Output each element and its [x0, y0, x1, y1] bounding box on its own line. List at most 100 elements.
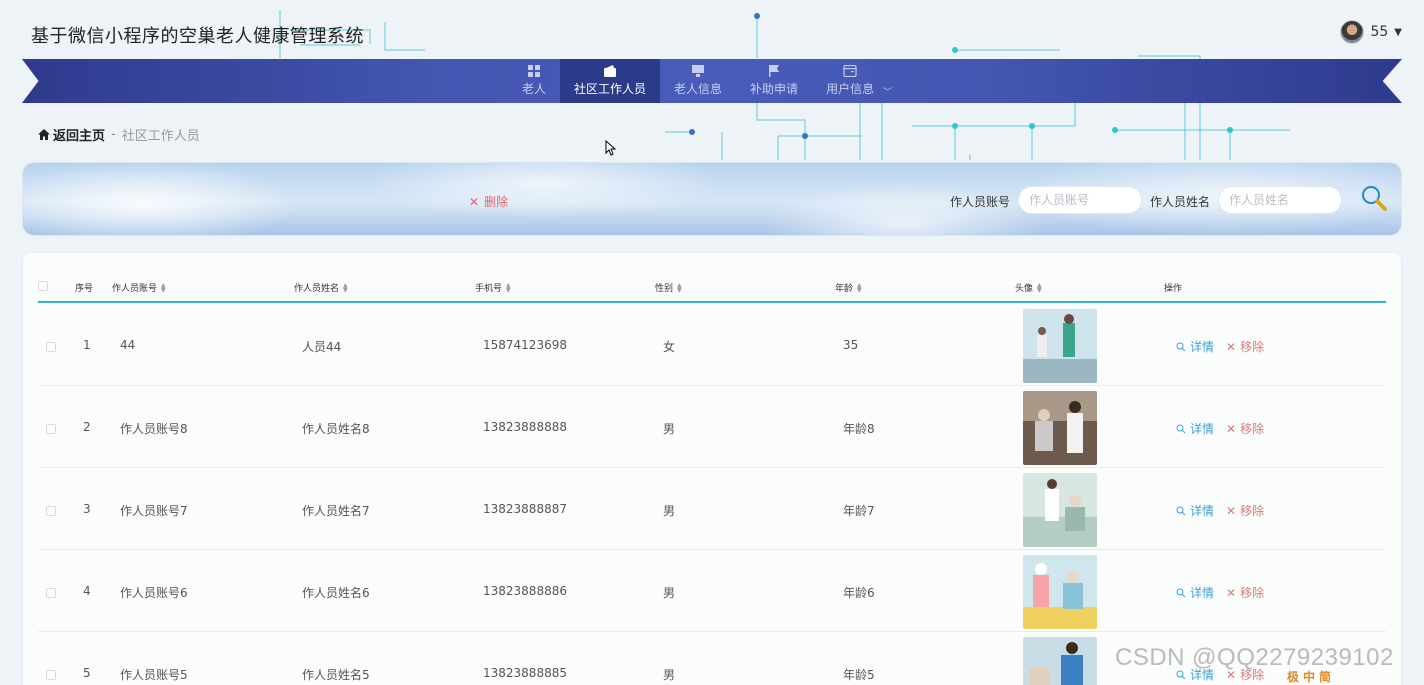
close-icon: ✕ — [1226, 503, 1237, 518]
user-name[interactable]: 55 — [1370, 24, 1388, 40]
remove-button[interactable]: ✕ 移除 — [1226, 420, 1264, 437]
remove-button[interactable]: ✕ 移除 — [1226, 338, 1264, 355]
cell-index: 4 — [83, 584, 91, 598]
cell-account: 作人员账号8 — [120, 422, 188, 436]
detail-button[interactable]: 详情 — [1176, 502, 1214, 519]
sort-icon: ▲ ▼ — [343, 281, 348, 294]
cell-index: 1 — [83, 338, 91, 352]
nav-item-label: 老人信息 — [674, 82, 723, 96]
ime-lang[interactable]: 中 — [1303, 668, 1315, 685]
watermark: CSDN @QQ2279239102 — [1115, 644, 1394, 671]
cell-phone: 15874123698 — [483, 338, 567, 352]
account-search-input[interactable] — [1018, 186, 1142, 214]
mouse-cursor-icon — [605, 140, 617, 156]
remove-button[interactable]: ✕ 移除 — [1226, 502, 1264, 519]
cell-gender: 女 — [663, 340, 676, 354]
sort-icon: ▲ ▼ — [677, 281, 682, 294]
app-title: 基于微信小程序的空巢老人健康管理系统 — [31, 26, 364, 47]
nav-item-elderly-info[interactable]: 老人信息 — [660, 59, 736, 103]
cell-index: 5 — [83, 666, 91, 680]
table-row: 3 作人员账号7 作人员姓名7 13823888887 男 年龄7 详情 ✕ 移除 — [38, 468, 1386, 550]
row-checkbox[interactable] — [46, 670, 56, 680]
search-icon — [1176, 342, 1186, 351]
table-row: 4 作人员账号6 作人员姓名6 13823888886 男 年龄6 详情 ✕ 移除 — [38, 550, 1386, 632]
th-name[interactable]: 作人员姓名 ▲ ▼ — [294, 281, 348, 294]
name-search-label: 作人员姓名 — [1150, 195, 1211, 209]
close-icon: ✕ — [1226, 585, 1237, 600]
cell-age: 年龄7 — [843, 504, 875, 518]
cell-name: 作人员姓名5 — [302, 668, 370, 682]
close-icon: ✕ — [469, 194, 480, 209]
ime-mode[interactable]: 极 — [1287, 668, 1299, 685]
th-phone[interactable]: 手机号 ▲ ▼ — [475, 281, 511, 294]
table-row: 2 作人员账号8 作人员姓名8 13823888888 男 年龄8 详情 ✕ 移除 — [38, 386, 1386, 468]
search-icon[interactable] — [1359, 183, 1389, 213]
user-menu[interactable]: 55 ▼ — [1340, 20, 1402, 44]
row-checkbox[interactable] — [46, 588, 56, 598]
th-age[interactable]: 年龄 ▲ ▼ — [835, 281, 862, 294]
cell-name: 作人员姓名6 — [302, 586, 370, 600]
cell-phone: 13823888888 — [483, 420, 567, 434]
sort-icon: ▲ ▼ — [857, 281, 862, 294]
cell-name: 人员44 — [302, 340, 342, 354]
row-checkbox[interactable] — [46, 424, 56, 434]
nav-item-label: 补助申请 — [750, 82, 799, 96]
staff-photo[interactable] — [1023, 637, 1097, 685]
staff-photo[interactable] — [1023, 309, 1097, 383]
avatar[interactable] — [1340, 20, 1365, 44]
header: 基于微信小程序的空巢老人健康管理系统 55 ▼ — [0, 0, 1424, 58]
grid-icon — [528, 65, 540, 77]
cell-account: 作人员账号5 — [120, 668, 188, 682]
close-icon: ✕ — [1226, 339, 1237, 354]
cell-age: 年龄5 — [843, 668, 875, 682]
nav-item-subsidy[interactable]: 补助申请 — [736, 59, 812, 103]
breadcrumb-separator: - — [111, 127, 116, 142]
cell-account: 作人员账号7 — [120, 504, 188, 518]
close-icon: ✕ — [1226, 421, 1237, 436]
nav-item-label: 用户信息 — [826, 82, 875, 96]
nav-item-label: 社区工作人员 — [574, 82, 647, 96]
cell-gender: 男 — [663, 586, 676, 600]
row-checkbox[interactable] — [46, 506, 56, 516]
staff-photo[interactable] — [1023, 391, 1097, 465]
th-gender[interactable]: 性别 ▲ ▼ — [655, 281, 682, 294]
search-icon — [1176, 506, 1186, 515]
remove-button[interactable]: ✕ 移除 — [1226, 584, 1264, 601]
name-search-input[interactable] — [1218, 186, 1342, 214]
breadcrumb-home-label[interactable]: 返回主页 — [53, 125, 105, 144]
cell-account: 44 — [120, 338, 136, 352]
sort-icon: ▲ ▼ — [161, 281, 166, 294]
cell-phone: 13823888886 — [483, 584, 567, 598]
th-account[interactable]: 作人员账号 ▲ ▼ — [112, 281, 166, 294]
nav-item-user-info[interactable]: 用户信息 ﹀ — [812, 59, 892, 103]
cell-age: 年龄8 — [843, 422, 875, 436]
row-checkbox[interactable] — [46, 342, 56, 352]
nav-item-elderly[interactable]: 老人 — [508, 59, 560, 103]
th-avatar[interactable]: 头像 ▲ ▼ — [1015, 281, 1042, 294]
ime-script[interactable]: 简 — [1319, 668, 1331, 685]
detail-button[interactable]: 详情 — [1176, 584, 1214, 601]
home-icon — [38, 129, 50, 140]
ime-toolbar: 极 中 简 — [1287, 668, 1331, 685]
detail-button[interactable]: 详情 — [1176, 338, 1214, 355]
delete-label: 删除 — [484, 195, 509, 209]
breadcrumb: 返回主页 - 社区工作人员 — [38, 125, 200, 144]
chevron-down-icon[interactable]: ▼ — [1394, 27, 1402, 38]
sort-icon: ▲ ▼ — [1037, 281, 1042, 294]
detail-button[interactable]: 详情 — [1176, 420, 1214, 437]
search-panel: ✕ 删除 作人员账号 作人员姓名 — [22, 162, 1402, 236]
cell-name: 作人员姓名8 — [302, 422, 370, 436]
chevron-down-icon[interactable]: ﹀ — [883, 85, 892, 98]
search-icon — [1176, 424, 1186, 433]
search-icon — [1176, 588, 1186, 597]
delete-button[interactable]: ✕ 删除 — [469, 193, 508, 210]
select-all-checkbox[interactable] — [38, 281, 48, 291]
cell-gender: 男 — [663, 422, 676, 436]
cell-phone: 13823888885 — [483, 666, 567, 680]
staff-photo[interactable] — [1023, 473, 1097, 547]
nav-item-community-staff[interactable]: 社区工作人员 — [560, 59, 661, 103]
cell-phone: 13823888887 — [483, 502, 567, 516]
breadcrumb-home[interactable]: 返回主页 — [38, 125, 105, 144]
flag-icon — [769, 65, 780, 77]
staff-photo[interactable] — [1023, 555, 1097, 629]
